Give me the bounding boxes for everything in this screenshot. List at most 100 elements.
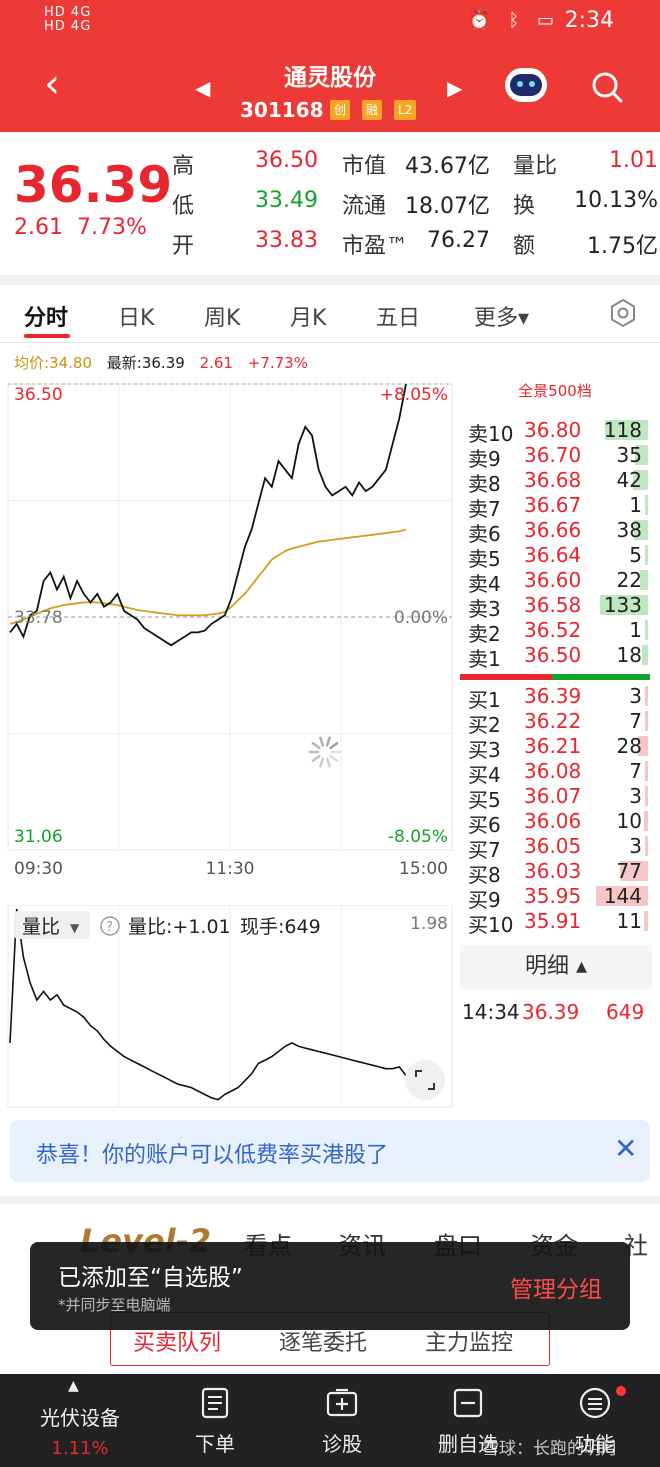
price-change: 2.61 7.73% xyxy=(14,215,147,240)
latest-price-label: 最新:36.39 xyxy=(106,354,185,372)
volume-bar xyxy=(645,836,648,856)
loading-spinner-icon xyxy=(308,736,342,768)
level-price: 36.68 xyxy=(524,468,582,492)
promo-banner[interactable]: 恭喜！你的账户可以低费率买港股了 ✕ xyxy=(10,1120,650,1182)
bid-row[interactable]: 买8 36.03 77 xyxy=(466,859,652,887)
prev-stock-icon[interactable]: ◀ xyxy=(195,76,210,100)
level-volume: 5 xyxy=(629,543,642,567)
order-book-divider-buy xyxy=(460,674,552,680)
volume-bar xyxy=(641,645,648,665)
level-volume: 42 xyxy=(616,468,642,492)
notification-dot xyxy=(616,1386,626,1396)
level-price: 36.80 xyxy=(524,418,582,442)
level-price: 36.66 xyxy=(524,518,582,542)
ask-row[interactable]: 卖7 36.67 1 xyxy=(466,493,652,521)
y-axis-label: 36.50 xyxy=(14,385,63,405)
x-axis-label: 15:00 xyxy=(399,859,448,879)
tick-volume: 649 xyxy=(606,1000,645,1024)
avg-price-label: 均价:34.80 xyxy=(14,354,92,372)
clock: 2:34 xyxy=(564,8,614,33)
level-label: 买10 xyxy=(468,913,514,937)
indicator-name: 量比 xyxy=(22,916,60,938)
tag-l2: L2 xyxy=(394,100,417,120)
change-percent: 7.73% xyxy=(76,215,147,240)
level-price: 36.08 xyxy=(524,759,582,783)
level-volume: 1 xyxy=(629,493,642,517)
next-stock-icon[interactable]: ▶ xyxy=(447,76,462,100)
sector-change: 1.11% xyxy=(51,1438,109,1459)
level-volume: 10 xyxy=(616,809,642,833)
level-price: 36.21 xyxy=(524,734,582,758)
tab-weekly-k[interactable]: 周K xyxy=(204,300,240,332)
toast: 已添加至“自选股” *并同步至电脑端 管理分组 xyxy=(30,1242,630,1330)
search-icon[interactable] xyxy=(590,70,624,104)
level-price: 36.70 xyxy=(524,443,582,467)
level-price: 36.52 xyxy=(524,618,582,642)
bid-row[interactable]: 买10 35.91 11 xyxy=(466,909,652,937)
ask-row[interactable]: 卖2 36.52 1 xyxy=(466,618,652,646)
settings-icon[interactable] xyxy=(608,298,638,328)
order-book-title[interactable]: 全景500档 xyxy=(460,380,650,401)
volume-bar xyxy=(644,811,648,831)
quote-label: 开 xyxy=(172,234,195,259)
back-arrow-icon[interactable]: ‹ xyxy=(44,64,60,104)
nav-diagnose[interactable]: 诊股 xyxy=(287,1374,397,1467)
avg-price-line xyxy=(9,528,407,625)
bid-row[interactable]: 买7 36.05 3 xyxy=(466,834,652,862)
tag-chuang: 创 xyxy=(330,100,351,120)
ask-row[interactable]: 卖5 36.64 5 xyxy=(466,543,652,571)
volume-ratio-chart[interactable]: 量比 ▼? 量比:+1.01 现手:649 1.98 xyxy=(0,905,460,1110)
manage-groups-button[interactable]: 管理分组 xyxy=(510,1270,602,1304)
sector-name: 光伏设备 xyxy=(40,1406,120,1430)
level-volume: 11 xyxy=(616,909,642,933)
ask-row[interactable]: 卖1 36.50 18 xyxy=(466,643,652,671)
level-volume: 3 xyxy=(629,784,642,808)
order-book-divider-sell xyxy=(552,674,650,680)
divider xyxy=(0,342,660,343)
sector-button[interactable]: ▲ 光伏设备 1.11% xyxy=(20,1374,140,1467)
pct-axis-label: -8.05% xyxy=(388,827,448,847)
x-axis-label: 09:30 xyxy=(14,859,63,879)
quote-label: 流通 xyxy=(342,194,387,219)
detail-toggle[interactable]: 明细 ▴ xyxy=(460,945,652,989)
tab-daily-k[interactable]: 日K xyxy=(118,300,154,332)
pct-axis-label: +8.05% xyxy=(380,385,448,405)
quote-value: 10.13% xyxy=(574,188,658,213)
nav-diagnose-label: 诊股 xyxy=(322,1432,362,1456)
bid-row[interactable]: 买6 36.06 10 xyxy=(466,809,652,837)
ask-row[interactable]: 卖10 36.80 118 xyxy=(466,418,652,446)
bid-row[interactable]: 买2 36.22 7 xyxy=(466,709,652,737)
robot-icon[interactable] xyxy=(505,68,547,102)
level-volume: 35 xyxy=(616,443,642,467)
ask-row[interactable]: 卖8 36.68 42 xyxy=(466,468,652,496)
close-icon[interactable]: ✕ xyxy=(614,1132,637,1165)
ask-row[interactable]: 卖4 36.60 22 xyxy=(466,568,652,596)
tab-monthly-k[interactable]: 月K xyxy=(290,300,326,332)
tab-intraday[interactable]: 分时 xyxy=(24,300,68,332)
bid-row[interactable]: 买9 35.95 144 xyxy=(466,884,652,912)
level-volume: 7 xyxy=(629,709,642,733)
nav-order[interactable]: 下单 xyxy=(160,1374,270,1467)
tab-five-day[interactable]: 五日 xyxy=(376,300,420,332)
bid-row[interactable]: 买3 36.21 28 xyxy=(466,734,652,762)
indicator-value: 量比:+1.01 xyxy=(128,916,231,938)
level-volume: 28 xyxy=(616,734,642,758)
ask-row[interactable]: 卖9 36.70 35 xyxy=(466,443,652,471)
quote-value: 1.75亿 xyxy=(587,234,658,259)
diagnose-icon xyxy=(326,1388,358,1417)
level-volume: 38 xyxy=(616,518,642,542)
chart-change-percent: +7.73% xyxy=(247,354,308,372)
ask-row[interactable]: 卖3 36.58 133 xyxy=(466,593,652,621)
intraday-chart[interactable]: 36.50 33.78 31.06 +8.05% 0.00% -8.05% 09:30 11:… xyxy=(0,372,460,912)
x-axis-label: 11:30 xyxy=(206,859,255,879)
bid-row[interactable]: 买1 36.39 3 xyxy=(466,684,652,712)
bid-row[interactable]: 买5 36.07 3 xyxy=(466,784,652,812)
expand-icon[interactable] xyxy=(405,1060,445,1100)
tick-price: 36.39 xyxy=(522,1000,580,1024)
bid-row[interactable]: 买4 36.08 7 xyxy=(466,759,652,787)
level-volume: 144 xyxy=(603,884,642,908)
tab-more[interactable]: 更多▾ xyxy=(474,300,529,332)
quote-label: 量比 xyxy=(513,154,558,179)
volume-bar xyxy=(645,686,648,706)
ask-row[interactable]: 卖6 36.66 38 xyxy=(466,518,652,546)
